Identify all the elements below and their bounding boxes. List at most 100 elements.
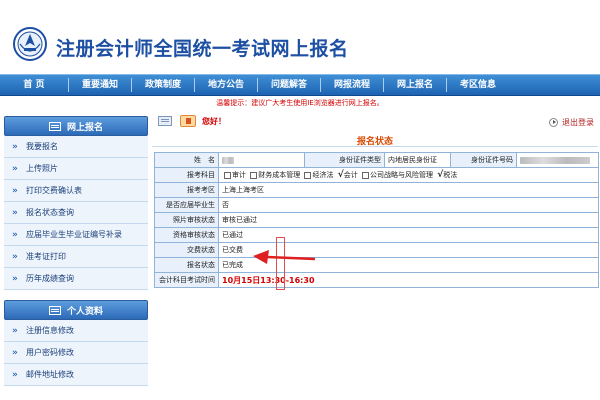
nav-policy[interactable]: 政策制度 bbox=[132, 74, 194, 96]
id-number-label: 身份证件号码 bbox=[450, 152, 517, 168]
main-content: 您好！ 退出登录 报名状态 姓 名 身份证件类型 内地居民身份证 身份证件号码 … bbox=[152, 114, 599, 400]
double-chevron-icon: » bbox=[12, 325, 18, 336]
table-row: 照片审核状态 审核已通过 bbox=[154, 212, 599, 228]
site-title: 注册会计师全国统一考试网上报名 bbox=[56, 38, 349, 60]
subject-checkbox bbox=[304, 171, 312, 179]
table-row: 报名状态 已完成 bbox=[154, 257, 599, 273]
notice-bar: 温馨提示：建议广大考生使用IE浏览器进行网上报名。 bbox=[0, 97, 600, 110]
graduate-value: 否 bbox=[218, 197, 599, 213]
sidebar-section-title: 网上报名 bbox=[66, 122, 103, 133]
subject-name: 会计 bbox=[343, 171, 358, 179]
sidebar-item-change-email[interactable]: » 邮件地址修改 bbox=[4, 364, 148, 386]
sidebar-item-admission-print[interactable]: » 准考证打印 bbox=[4, 246, 148, 268]
sidebar-item-label: 上传照片 bbox=[26, 164, 58, 173]
browser-notice: 温馨提示：建议广大考生使用IE浏览器进行网上报名。 bbox=[216, 99, 384, 107]
table-row: 报考科目 审计 财务成本管理 经济法 √会计 公司战略与风险管理 √税法 bbox=[154, 167, 599, 183]
sidebar-item-label: 邮件地址修改 bbox=[26, 370, 74, 379]
id-type-label: 身份证件类型 bbox=[304, 152, 385, 168]
table-row: 交费状态 已交费 bbox=[154, 242, 599, 258]
exam-time-text: 10月15日13:30-16:30 bbox=[222, 275, 315, 285]
sidebar-item-label: 打印交费确认表 bbox=[26, 186, 82, 195]
region-label: 报考考区 bbox=[154, 182, 219, 198]
subjects-value: 审计 财务成本管理 经济法 √会计 公司战略与风险管理 √税法 bbox=[218, 167, 599, 183]
subject-checkbox bbox=[224, 171, 231, 179]
subject-name: 税法 bbox=[443, 171, 458, 179]
nav-notices[interactable]: 重要通知 bbox=[69, 74, 131, 96]
nav-local-notices[interactable]: 地方公告 bbox=[195, 74, 257, 96]
table-row: 资格审核状态 已通过 bbox=[154, 227, 599, 243]
id-number-value bbox=[516, 152, 599, 168]
divider bbox=[152, 146, 598, 147]
sidebar-item-graduate-cert[interactable]: » 应届毕业生毕业证编号补录 bbox=[4, 224, 148, 246]
sidebar-item-label: 历年成绩查询 bbox=[26, 274, 74, 283]
cicpa-logo-icon bbox=[13, 27, 47, 61]
subject-name: 财务成本管理 bbox=[258, 171, 301, 179]
sidebar-item-label: 用户密码修改 bbox=[26, 348, 74, 357]
table-row: 报考考区 上海上海考区 bbox=[154, 182, 599, 198]
sidebar-item-upload-photo[interactable]: » 上传照片 bbox=[4, 158, 148, 180]
nav-home[interactable]: 首 页 bbox=[0, 74, 68, 96]
double-chevron-icon: » bbox=[12, 141, 18, 152]
sidebar-item-edit-registration[interactable]: » 注册信息修改 bbox=[4, 320, 148, 342]
double-chevron-icon: » bbox=[12, 273, 18, 284]
sidebar-item-label: 注册信息修改 bbox=[26, 326, 74, 335]
photo-status-value: 审核已通过 bbox=[218, 212, 599, 228]
name-value bbox=[218, 152, 305, 168]
qualification-status-label: 资格审核状态 bbox=[154, 227, 219, 243]
nav-online-registration[interactable]: 网上报名 bbox=[384, 74, 446, 96]
registration-status-label: 报名状态 bbox=[154, 257, 219, 273]
sidebar-item-score-history[interactable]: » 历年成绩查询 bbox=[4, 268, 148, 290]
greeting-bar: 您好！ 退出登录 bbox=[152, 114, 598, 130]
photo-status-label: 照片审核状态 bbox=[154, 212, 219, 228]
sidebar-item-label: 应届毕业生毕业证编号补录 bbox=[26, 230, 122, 239]
user-badge-icon bbox=[180, 115, 196, 127]
subject-name: 审计 bbox=[232, 171, 246, 179]
monitor-icon bbox=[48, 121, 61, 131]
main-nav: 首 页 重要通知 政策制度 地方公告 问题解答 网报流程 网上报名 考区信息 bbox=[0, 74, 600, 96]
table-row: 是否应届毕业生 否 bbox=[154, 197, 599, 213]
nav-region-info[interactable]: 考区信息 bbox=[447, 74, 509, 96]
double-chevron-icon: » bbox=[12, 207, 18, 218]
double-chevron-icon: » bbox=[12, 347, 18, 358]
logout-label: 退出登录 bbox=[562, 118, 594, 127]
double-chevron-icon: » bbox=[12, 229, 18, 240]
sidebar-section-registration: 网上报名 bbox=[4, 116, 148, 136]
subject-name: 经济法 bbox=[312, 171, 334, 179]
sidebar-item-label: 我要报名 bbox=[26, 142, 58, 151]
subjects-label: 报考科目 bbox=[154, 167, 219, 183]
double-chevron-icon: » bbox=[12, 185, 18, 196]
region-value: 上海上海考区 bbox=[218, 182, 599, 198]
sidebar-section-profile: 个人资料 bbox=[4, 300, 148, 320]
table-row: 姓 名 身份证件类型 内地居民身份证 身份证件号码 bbox=[154, 152, 599, 168]
sidebar-item-change-password[interactable]: » 用户密码修改 bbox=[4, 342, 148, 364]
redacted-value bbox=[222, 156, 234, 164]
double-chevron-icon: » bbox=[12, 369, 18, 380]
greeting-text: 您好！ bbox=[202, 117, 226, 126]
monitor-icon bbox=[48, 305, 61, 315]
sidebar-item-status-query[interactable]: » 报名状态查询 bbox=[4, 202, 148, 224]
exam-time-label: 会计科目考试时间 bbox=[154, 272, 219, 288]
document-icon bbox=[158, 116, 172, 126]
annotation-arrow-icon bbox=[253, 250, 315, 264]
double-chevron-icon: » bbox=[12, 163, 18, 174]
redacted-value bbox=[520, 156, 590, 164]
nav-process[interactable]: 网报流程 bbox=[321, 74, 383, 96]
logout-link[interactable]: 退出登录 bbox=[549, 117, 594, 128]
sidebar-item-label: 报名状态查询 bbox=[26, 208, 74, 217]
subject-name: 公司战略与风险管理 bbox=[369, 171, 433, 179]
id-type-value: 内地居民身份证 bbox=[384, 152, 451, 168]
subject-checkbox bbox=[361, 171, 369, 179]
name-label: 姓 名 bbox=[154, 152, 219, 168]
subject-checkbox bbox=[250, 171, 258, 179]
sidebar-item-print-payment[interactable]: » 打印交费确认表 bbox=[4, 180, 148, 202]
graduate-label: 是否应届毕业生 bbox=[154, 197, 219, 213]
sidebar-item-apply[interactable]: » 我要报名 bbox=[4, 136, 148, 158]
table-row: 会计科目考试时间 10月15日13:30-16:30 bbox=[154, 272, 599, 288]
play-circle-icon bbox=[549, 118, 558, 127]
sidebar: 网上报名 » 我要报名 » 上传照片 » 打印交费确认表 » 报名状态查询 » 应届毕业生… bbox=[0, 114, 150, 400]
sidebar-item-label: 准考证打印 bbox=[26, 252, 66, 261]
payment-status-label: 交费状态 bbox=[154, 242, 219, 258]
nav-faq[interactable]: 问题解答 bbox=[258, 74, 320, 96]
site-header: 注册会计师全国统一考试网上报名 bbox=[0, 0, 600, 72]
status-table: 姓 名 身份证件类型 内地居民身份证 身份证件号码 报考科目 审计 财务成本管理… bbox=[154, 152, 599, 288]
